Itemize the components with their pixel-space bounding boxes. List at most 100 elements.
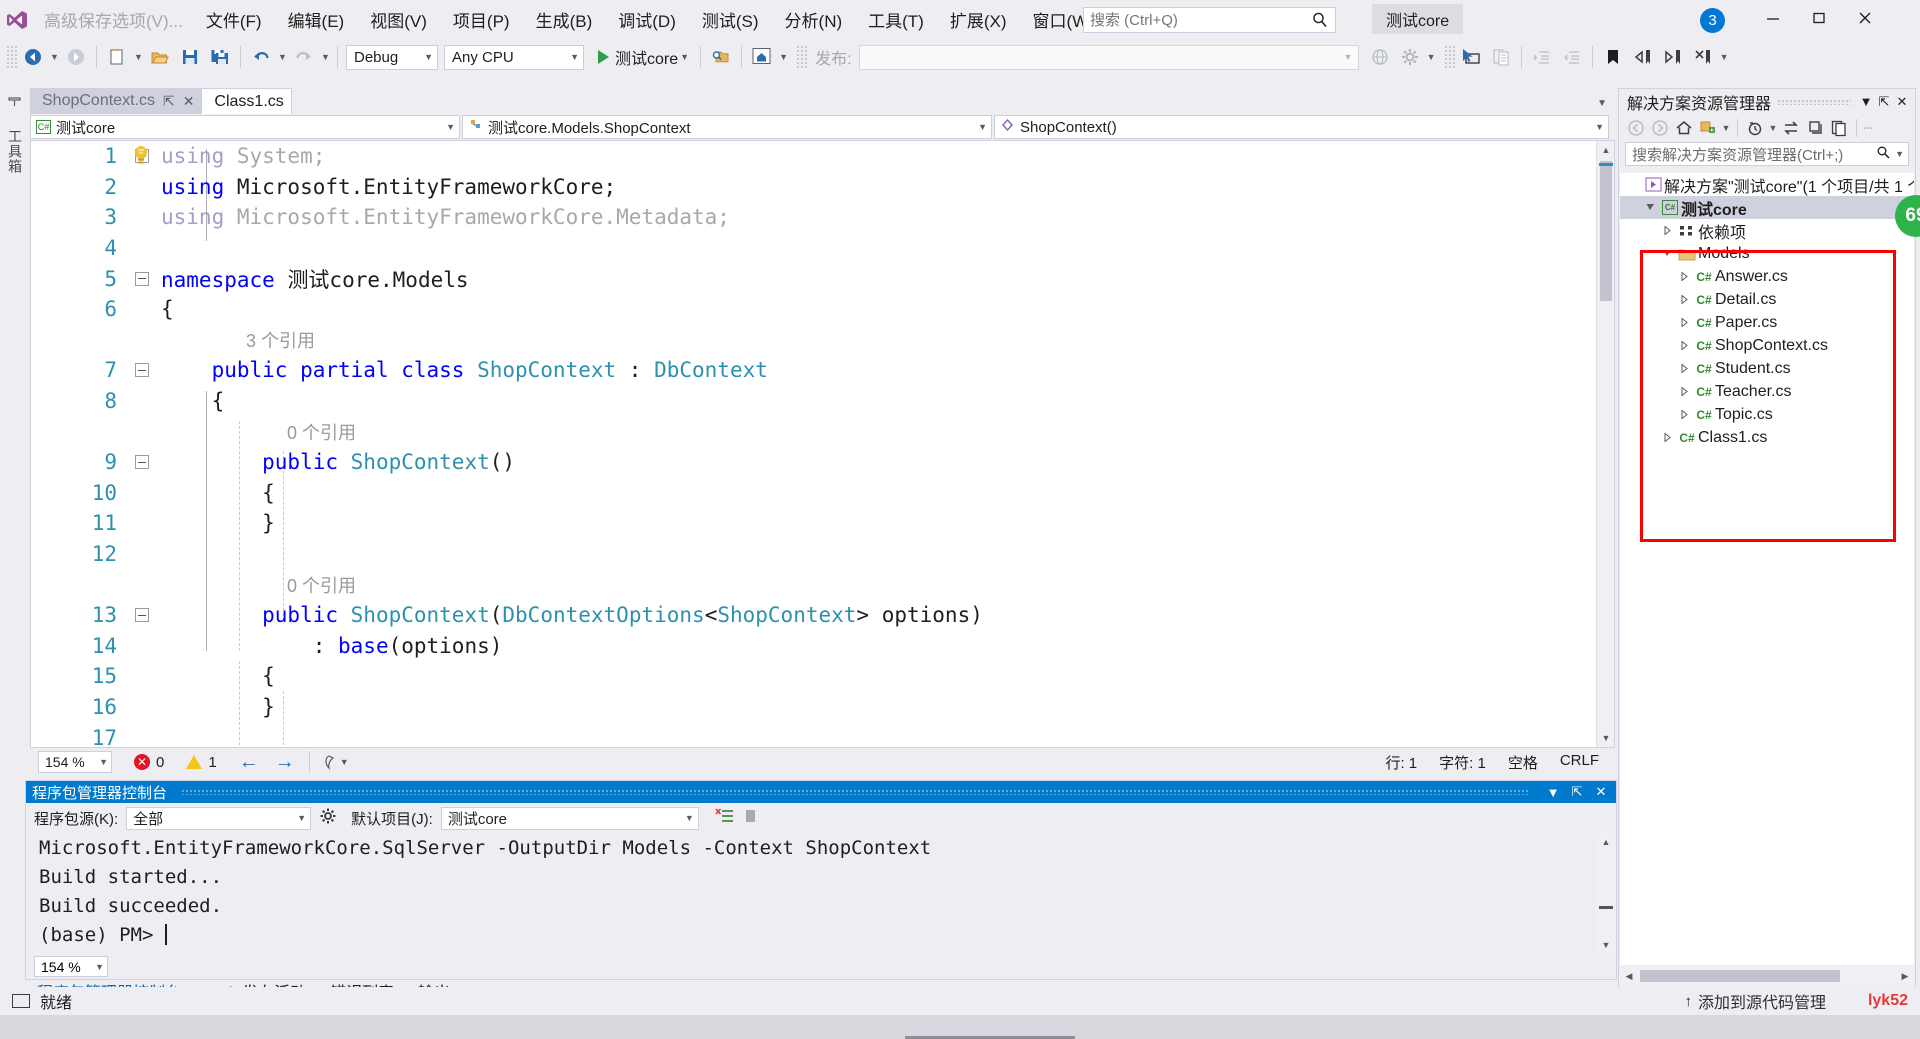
codelens-reference-link[interactable]: 0 个引用 [161,423,356,443]
chevron-right-icon[interactable] [1675,295,1693,304]
fold-toggle-icon[interactable] [123,455,161,469]
lightbulb-quick-action-icon[interactable] [131,144,151,173]
editor-zoom-combo[interactable]: 154 % ▼ [38,751,112,773]
undo-icon[interactable] [246,42,276,72]
chevron-right-icon[interactable] [1675,341,1693,350]
open-file-icon[interactable] [145,42,175,72]
toolbar-grip-3[interactable] [1444,45,1456,69]
tree-item-detail.cs[interactable]: C#Detail.cs [1620,288,1914,311]
code-line[interactable]: 3using Microsoft.EntityFrameworkCore.Met… [31,202,1596,233]
code-text-area[interactable]: 1using System;2using Microsoft.EntityFra… [31,141,1596,747]
scroll-up-icon[interactable]: ▲ [1597,833,1615,851]
codelens-reference-row[interactable]: 0 个引用 [31,416,1596,447]
chevron-right-icon[interactable] [1675,318,1693,327]
navigate-backward-dropdown-icon[interactable]: ▼ [48,42,61,72]
new-project-dropdown-icon[interactable]: ▼ [132,42,145,72]
nav-forward-arrow-icon[interactable]: → [275,751,295,774]
toolbox-rail-label[interactable]: 工具箱 [5,129,25,174]
scrollbar-thumb[interactable] [1640,970,1840,982]
pin-icon[interactable]: ⇱ [163,93,175,110]
code-line[interactable]: 2using Microsoft.EntityFrameworkCore; [31,172,1596,203]
chevron-right-icon[interactable] [1675,410,1693,419]
account-notification-badge[interactable]: 3 [1700,8,1725,33]
scrollbar-thumb[interactable] [1600,161,1612,301]
toolbar-overflow-icon[interactable]: ▼ [1718,42,1731,72]
active-project-chip[interactable]: 测试core [1372,4,1463,34]
publish-target-combo[interactable]: ▼ [859,45,1359,70]
panel-drag-dots[interactable] [181,789,1530,795]
bookmark-icon[interactable] [1598,42,1628,72]
save-all-icon[interactable] [205,42,235,72]
tree-item-core11[interactable]: 解决方案"测试core"(1 个项目/共 1 个 [1620,173,1914,196]
navigate-backward-icon[interactable] [18,42,48,72]
pmc-clear-console-icon[interactable] [715,807,735,829]
code-editor[interactable]: 1using System;2using Microsoft.EntityFra… [30,140,1615,748]
code-line[interactable]: 10 { [31,478,1596,509]
menu-edit[interactable]: 编辑(E) [275,0,358,39]
tree-item-core[interactable]: C#测试core [1620,196,1914,219]
pending-changes-filter-icon[interactable] [1697,117,1719,139]
undo-dropdown-icon[interactable]: ▼ [276,42,289,72]
tree-item-teacher.cs[interactable]: C#Teacher.cs [1620,380,1914,403]
tab-shopcontext-cs[interactable]: ShopContext.cs ⇱ ✕ [30,88,201,114]
pin-icon[interactable]: ⇱ [1875,94,1893,110]
chevron-down-icon[interactable]: ▼ [1721,123,1731,133]
code-line[interactable]: 12 [31,539,1596,570]
search-input[interactable] [1090,12,1311,29]
start-debugging-button[interactable]: 测试core ▼ [594,42,695,72]
chevron-down-icon[interactable]: ▼ [678,42,691,72]
next-bookmark-icon[interactable] [1658,42,1688,72]
codelens-reference-link[interactable]: 3 个引用 [161,331,315,351]
add-to-source-control-label[interactable]: 添加到源代码管理 [1698,989,1826,1013]
advanced-save-options-label[interactable]: 高级保存选项(V)... [34,7,193,32]
tree-item-answer.cs[interactable]: C#Answer.cs [1620,265,1914,288]
pmc-vertical-scrollbar[interactable]: ▲ ▼ [1597,833,1615,954]
menu-tools[interactable]: 工具(T) [855,0,937,39]
line-ending[interactable]: CRLF [1560,752,1599,773]
scroll-down-icon[interactable]: ▼ [1597,936,1615,954]
cursor-window-icon[interactable] [1456,42,1486,72]
navbar-project-combo[interactable]: C# 测试core ▼ [30,115,460,139]
fold-toggle-icon[interactable] [123,363,161,377]
code-line[interactable]: 1using System; [31,141,1596,172]
codelens-reference-link[interactable]: 0 个引用 [161,576,356,596]
sync-with-active-document-icon[interactable] [1780,117,1802,139]
code-line[interactable]: 8 { [31,386,1596,417]
menu-extensions[interactable]: 扩展(X) [937,0,1020,39]
solution-configuration-combo[interactable]: Debug ▼ [346,45,438,70]
maximize-button[interactable] [1796,0,1842,35]
chevron-down-icon[interactable] [1658,249,1676,258]
chevron-down-icon[interactable]: ▼ [1857,94,1875,109]
previous-bookmark-icon[interactable] [1628,42,1658,72]
intellicode-icon[interactable]: ▼ [321,754,349,770]
pmc-settings-gear-icon[interactable] [319,807,337,829]
code-line[interactable]: 5namespace 测试core.Models [31,263,1596,294]
fold-toggle-icon[interactable] [123,272,161,286]
live-preview-icon[interactable] [747,42,777,72]
menu-debug[interactable]: 调试(D) [605,0,689,39]
code-line[interactable]: 11 } [31,508,1596,539]
solution-tree[interactable]: 解决方案"测试core"(1 个项目/共 1 个C#测试core依赖项Model… [1620,173,1914,965]
refresh-icon[interactable] [1804,117,1826,139]
chevron-down-icon[interactable]: ▼ [1544,785,1562,800]
nav-back-arrow-icon[interactable]: ← [239,751,259,774]
chevron-right-icon[interactable] [1675,272,1693,281]
tree-item-[interactable]: 依赖项 [1620,219,1914,242]
home-icon[interactable] [1673,117,1695,139]
tree-item-topic.cs[interactable]: C#Topic.cs [1620,403,1914,426]
code-line[interactable]: 6{ [31,294,1596,325]
tree-item-student.cs[interactable]: C#Student.cs [1620,357,1914,380]
pending-changes-icon[interactable] [1744,117,1766,139]
live-preview-dropdown-icon[interactable]: ▼ [777,42,790,72]
pin-icon[interactable]: ⇱ [1568,784,1586,800]
scroll-right-icon[interactable]: ▶ [1896,966,1914,986]
chevron-right-icon[interactable] [1658,433,1676,442]
new-project-icon[interactable] [102,42,132,72]
panel-drag-dots[interactable] [1777,99,1851,105]
chevron-right-icon[interactable] [1675,387,1693,396]
pmc-project-combo[interactable]: 测试core ▼ [441,807,699,830]
quick-search-box[interactable] [1083,7,1336,33]
tree-item-models[interactable]: Models [1620,242,1914,265]
code-line[interactable]: 14 : base(options) [31,631,1596,662]
fold-toggle-icon[interactable] [123,608,161,622]
